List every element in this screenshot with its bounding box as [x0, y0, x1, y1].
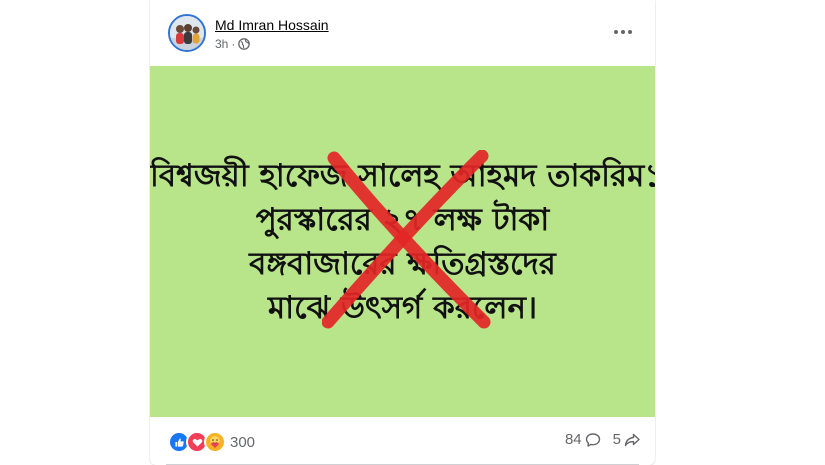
dot	[614, 30, 618, 34]
share-count: 5	[612, 431, 621, 448]
reaction-count[interactable]: 300	[230, 434, 255, 451]
meta-separator: ·	[231, 37, 236, 51]
avatar-image	[170, 16, 204, 50]
post-meta: 3h ·	[215, 37, 251, 51]
post-stats: 84 5	[565, 431, 641, 448]
post-image[interactable]: বিশ্বজয়ী হাফেজ সালেহ আহমদ তাকরিম১ম পুরস…	[150, 66, 655, 417]
post-footer: 300 84 5	[150, 417, 655, 465]
post-header: Md Imran Hossain 3h ·	[150, 0, 655, 66]
avatar[interactable]	[168, 14, 206, 52]
globe-icon[interactable]	[238, 38, 251, 50]
post-time[interactable]: 3h	[215, 37, 228, 51]
reactions-summary[interactable]: 300	[168, 431, 255, 453]
share-icon	[624, 433, 640, 446]
red-cross-mark	[322, 150, 491, 329]
dot	[621, 30, 625, 34]
comments-stat[interactable]: 84	[565, 431, 601, 448]
author-name-link[interactable]: Md Imran Hossain	[215, 17, 329, 33]
shares-stat[interactable]: 5	[613, 431, 641, 448]
post-card: Md Imran Hossain 3h · বিশ্বজয়ী হাফেজ সা…	[150, 0, 655, 465]
more-options-icon[interactable]	[611, 22, 635, 42]
comment-icon	[585, 432, 600, 447]
page: Md Imran Hossain 3h · বিশ্বজয়ী হাফেজ সা…	[0, 0, 825, 465]
reaction-icons	[168, 431, 226, 453]
comment-count: 84	[564, 431, 582, 448]
care-icon	[204, 431, 226, 453]
dot	[628, 30, 632, 34]
